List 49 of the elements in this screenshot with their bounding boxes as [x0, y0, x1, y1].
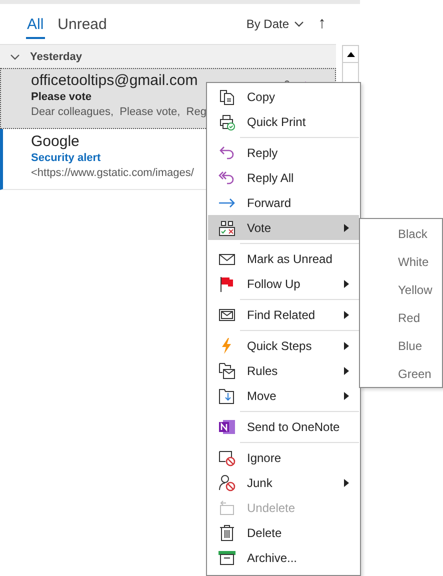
chevron-down-icon	[294, 21, 304, 27]
person-blocked-icon	[218, 474, 236, 492]
ignore-icon	[218, 448, 236, 466]
triangle-up-icon	[346, 52, 354, 56]
group-header[interactable]: Yesterday	[0, 45, 336, 68]
preview-text: <https://www.gstatic.com/images/	[31, 167, 194, 179]
submenu-arrow-icon	[344, 224, 349, 232]
submenu-arrow-icon	[344, 367, 349, 375]
submenu-arrow-icon	[344, 479, 349, 487]
subject-text: Please vote	[31, 91, 92, 103]
printer-icon	[218, 112, 236, 130]
preview-text: Dear colleagues, Please vote, Reg	[31, 106, 206, 118]
ballot-icon	[218, 218, 236, 236]
sender-name: officetooltips@gmail.com	[31, 72, 198, 89]
menu-item[interactable]: Forward	[208, 190, 359, 215]
menu-item[interactable]: Move	[208, 383, 359, 408]
menu-item[interactable]: Junk	[208, 470, 359, 495]
submenu-arrow-icon	[344, 280, 349, 288]
menu-item[interactable]: Vote	[208, 215, 359, 240]
group-label: Yesterday	[30, 50, 82, 62]
vote-option[interactable]: Blue	[360, 332, 442, 360]
menu-item[interactable]: Delete	[208, 520, 359, 545]
trash-icon	[218, 524, 236, 542]
subject-text: Security alert	[31, 152, 101, 164]
copy-icon	[218, 88, 236, 106]
notebook-icon	[218, 418, 236, 436]
submenu-arrow-icon	[344, 311, 349, 319]
sort-direction-button[interactable]: ↑	[316, 15, 328, 33]
undelete-icon	[218, 498, 236, 516]
filter-tab[interactable]: Unread	[56, 10, 108, 38]
vote-option[interactable]: White	[360, 248, 442, 276]
folder-arrow-icon	[218, 386, 236, 404]
vote-option[interactable]: Black	[360, 220, 442, 248]
folder-envelope-icon	[218, 362, 236, 380]
vote-option[interactable]: Yellow	[360, 276, 442, 304]
reply-icon	[218, 144, 236, 162]
sender-name: Google	[31, 133, 80, 150]
menu-item[interactable]: Rules	[208, 358, 359, 383]
submenu-arrow-icon	[344, 392, 349, 400]
submenu-arrow-icon	[344, 342, 349, 350]
vote-option[interactable]: Red	[360, 304, 442, 332]
menu-item[interactable]: Follow Up	[208, 271, 359, 296]
sort-dropdown[interactable]: By Date	[244, 15, 306, 33]
menu-item[interactable]: Archive...	[208, 545, 359, 570]
reply-all-icon	[218, 168, 236, 186]
flag-icon	[218, 274, 236, 292]
vote-option[interactable]: Green	[360, 360, 442, 388]
archive-icon	[218, 548, 236, 566]
filter-tab[interactable]: All	[26, 10, 45, 38]
